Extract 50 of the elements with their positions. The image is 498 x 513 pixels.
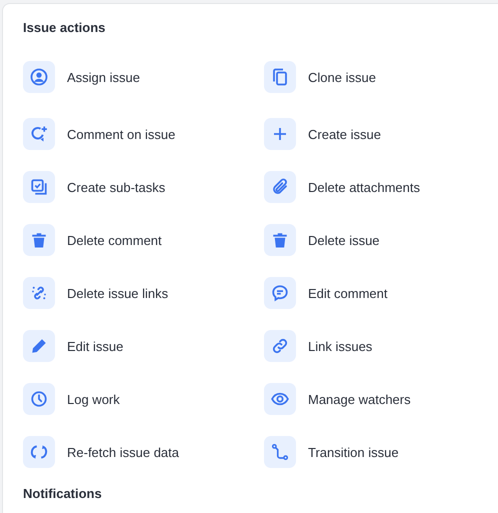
pencil-icon-tile[interactable] [23, 330, 55, 362]
eye-icon-tile[interactable] [264, 383, 296, 415]
refresh-icon-tile[interactable] [23, 436, 55, 468]
user-icon [30, 68, 48, 86]
plus-icon-tile[interactable] [264, 118, 296, 150]
plus-icon [271, 125, 289, 143]
paperclip-icon [271, 178, 289, 196]
trash-icon-tile[interactable] [264, 224, 296, 256]
comment-plus-icon-tile[interactable] [23, 118, 55, 150]
section-title: Notifications [23, 485, 103, 503]
clock-icon-tile[interactable] [23, 383, 55, 415]
action-label[interactable]: Delete comment [67, 232, 162, 248]
refresh-icon [30, 443, 48, 461]
trash-icon-tile[interactable] [23, 224, 55, 256]
broken-link-icon [30, 284, 48, 302]
action-label[interactable]: Edit issue [67, 338, 124, 354]
action-label[interactable]: Delete issue links [67, 286, 168, 300]
action-label[interactable]: Delete attachments [308, 180, 420, 194]
action-label[interactable]: Log work [67, 392, 120, 406]
trash-icon [271, 231, 289, 249]
checkbox-stack-icon-tile[interactable] [23, 171, 55, 203]
action-label[interactable]: Edit comment [308, 286, 388, 300]
action-label[interactable]: Link issues [308, 338, 372, 354]
copy-icon [271, 68, 289, 86]
action-label[interactable]: Comment on issue [67, 126, 176, 142]
comment-plus-icon [30, 125, 48, 143]
pencil-icon [30, 337, 48, 355]
user-icon-tile[interactable] [23, 61, 55, 93]
broken-link-icon-tile[interactable] [23, 277, 55, 309]
action-label[interactable]: Delete issue [308, 232, 380, 248]
action-label[interactable]: Assign issue [67, 70, 140, 84]
copy-icon-tile[interactable] [264, 61, 296, 93]
path-icon-tile[interactable] [264, 436, 296, 468]
chat-icon [271, 284, 289, 302]
link-icon-tile[interactable] [264, 330, 296, 362]
link-icon [271, 337, 289, 355]
action-label[interactable]: Re-fetch issue data [67, 444, 180, 460]
paperclip-icon-tile[interactable] [264, 171, 296, 203]
chat-icon-tile[interactable] [264, 277, 296, 309]
action-label[interactable]: Transition issue [308, 444, 399, 460]
path-icon [271, 443, 289, 461]
action-label[interactable]: Clone issue [308, 70, 376, 84]
clock-icon [30, 390, 48, 408]
action-label[interactable]: Create sub-tasks [67, 180, 166, 194]
checkbox-stack-icon [30, 178, 48, 196]
trash-icon [30, 231, 48, 249]
section-title: Issue actions [23, 19, 106, 37]
action-label[interactable]: Create issue [308, 126, 381, 142]
action-label[interactable]: Manage watchers [308, 392, 411, 406]
eye-icon [271, 390, 289, 408]
